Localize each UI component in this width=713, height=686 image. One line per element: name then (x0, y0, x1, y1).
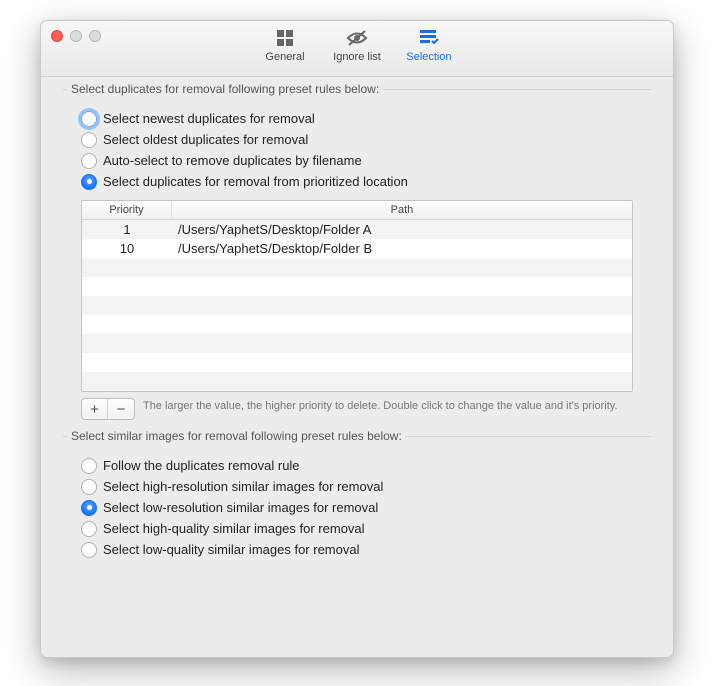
cell-priority: 1 (82, 222, 172, 237)
duplicates-group: Select duplicates for removal following … (63, 89, 651, 428)
eye-off-icon (346, 27, 368, 49)
add-button[interactable]: + (82, 399, 108, 419)
radio-icon (81, 521, 97, 537)
tab-general-label: General (265, 51, 304, 63)
priority-hint: The larger the value, the higher priorit… (143, 398, 618, 414)
radio-icon (81, 500, 97, 516)
radio-lowq[interactable]: Select low-quality similar images for re… (81, 539, 633, 560)
radio-lowres[interactable]: Select low-resolution similar images for… (81, 497, 633, 518)
similar-group-title: Select similar images for removal follow… (67, 429, 406, 443)
radio-icon (81, 542, 97, 558)
remove-button[interactable]: − (108, 399, 134, 419)
radio-highres-label: Select high-resolution similar images fo… (103, 479, 383, 494)
table-row[interactable] (82, 315, 632, 334)
radio-newest-label: Select newest duplicates for removal (103, 111, 315, 126)
radio-follow-label: Follow the duplicates removal rule (103, 458, 300, 473)
duplicates-group-title: Select duplicates for removal following … (67, 82, 383, 96)
radio-icon (81, 174, 97, 190)
col-priority[interactable]: Priority (82, 201, 172, 219)
table-row[interactable]: 10 /Users/YaphetS/Desktop/Folder B (82, 239, 632, 258)
window-controls (51, 30, 101, 42)
radio-icon (81, 111, 97, 127)
minimize-window-button[interactable] (70, 30, 82, 42)
table-row[interactable]: 1 /Users/YaphetS/Desktop/Folder A (82, 220, 632, 239)
cell-path: /Users/YaphetS/Desktop/Folder A (172, 222, 632, 237)
preferences-window: General Ignore list Selection Select dup… (40, 20, 674, 658)
table-row[interactable] (82, 353, 632, 372)
table-row[interactable] (82, 296, 632, 315)
radio-icon (81, 479, 97, 495)
radio-icon (81, 153, 97, 169)
radio-follow[interactable]: Follow the duplicates removal rule (81, 455, 633, 476)
table-header: Priority Path (82, 201, 632, 220)
content: Select duplicates for removal following … (41, 77, 673, 592)
radio-icon (81, 132, 97, 148)
add-remove-buttons: + − (81, 398, 135, 420)
list-check-icon (418, 27, 440, 49)
radio-filename[interactable]: Auto-select to remove duplicates by file… (81, 150, 633, 171)
tab-ignore-list[interactable]: Ignore list (329, 27, 385, 63)
radio-location[interactable]: Select duplicates for removal from prior… (81, 171, 633, 192)
table-footer: + − The larger the value, the higher pri… (81, 398, 633, 420)
tab-general[interactable]: General (257, 27, 313, 63)
tab-selection-label: Selection (406, 51, 451, 63)
table-row[interactable] (82, 334, 632, 353)
table-row[interactable] (82, 258, 632, 277)
radio-location-label: Select duplicates for removal from prior… (103, 174, 408, 189)
titlebar: General Ignore list Selection (41, 21, 673, 77)
col-path[interactable]: Path (172, 201, 632, 219)
radio-highq[interactable]: Select high-quality similar images for r… (81, 518, 633, 539)
radio-oldest[interactable]: Select oldest duplicates for removal (81, 129, 633, 150)
radio-lowres-label: Select low-resolution similar images for… (103, 500, 378, 515)
cell-path: /Users/YaphetS/Desktop/Folder B (172, 241, 632, 256)
radio-oldest-label: Select oldest duplicates for removal (103, 132, 308, 147)
radio-filename-label: Auto-select to remove duplicates by file… (103, 153, 362, 168)
table-row[interactable] (82, 372, 632, 391)
radio-lowq-label: Select low-quality similar images for re… (103, 542, 359, 557)
toolbar: General Ignore list Selection (257, 21, 457, 63)
cell-priority: 10 (82, 241, 172, 256)
priority-table[interactable]: Priority Path 1 /Users/YaphetS/Desktop/F… (81, 200, 633, 392)
radio-highres[interactable]: Select high-resolution similar images fo… (81, 476, 633, 497)
table-body: 1 /Users/YaphetS/Desktop/Folder A 10 /Us… (82, 220, 632, 391)
table-row[interactable] (82, 277, 632, 296)
similar-group: Select similar images for removal follow… (63, 436, 651, 568)
radio-newest[interactable]: Select newest duplicates for removal (81, 108, 633, 129)
grid-icon (274, 27, 296, 49)
tab-ignore-label: Ignore list (333, 51, 381, 63)
radio-highq-label: Select high-quality similar images for r… (103, 521, 365, 536)
zoom-window-button[interactable] (89, 30, 101, 42)
close-window-button[interactable] (51, 30, 63, 42)
tab-selection[interactable]: Selection (401, 27, 457, 63)
radio-icon (81, 458, 97, 474)
